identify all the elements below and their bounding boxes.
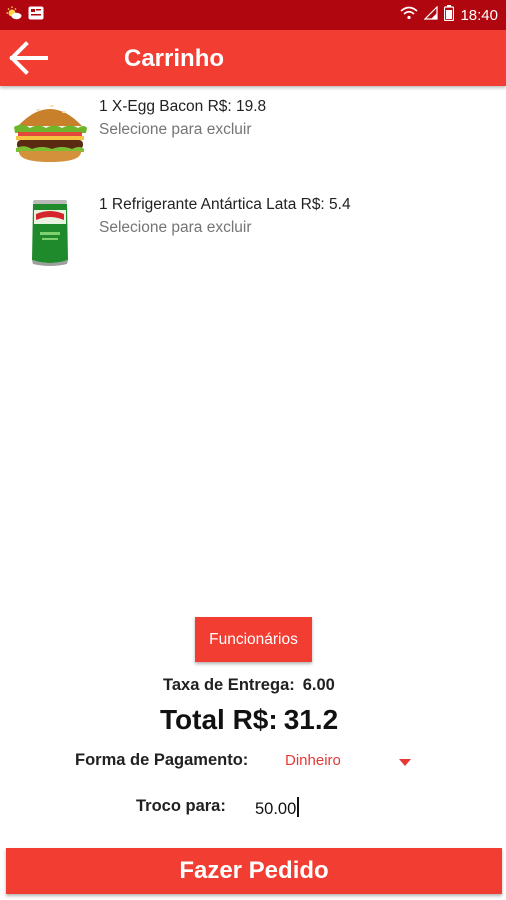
change-value: 50.00 bbox=[255, 800, 297, 818]
total-value: 31.2 bbox=[283, 704, 339, 735]
dropdown-arrow-icon bbox=[399, 759, 411, 766]
page-title: Carrinho bbox=[124, 45, 225, 72]
cart-item-burger[interactable]: 1 X-Egg Bacon R$: 19.8 Selecione para ex… bbox=[0, 98, 506, 194]
item-name: 1 X-Egg Bacon R$: 19.8 bbox=[99, 98, 267, 115]
cart-item-soda[interactable]: 1 Refrigerante Antártica Lata R$: 5.4 Se… bbox=[0, 196, 506, 292]
delivery-fee: Taxa de Entrega: 6.00 bbox=[163, 676, 335, 695]
payment-method-value: Dinheiro bbox=[285, 752, 341, 769]
soda-can-image bbox=[12, 198, 88, 274]
change-input[interactable]: 50.00 bbox=[255, 797, 300, 819]
app-bar: Carrinho bbox=[0, 30, 506, 86]
notification-icon bbox=[28, 6, 44, 25]
payment-method-label: Forma de Pagamento: bbox=[75, 751, 249, 769]
weather-icon bbox=[6, 6, 22, 25]
delivery-fee-value: 6.00 bbox=[302, 676, 335, 694]
battery-icon bbox=[444, 5, 455, 25]
payment-method-dropdown[interactable]: Dinheiro bbox=[285, 752, 415, 774]
back-button[interactable] bbox=[8, 41, 48, 75]
clock: 18:40 bbox=[460, 6, 498, 24]
wifi-icon bbox=[400, 6, 418, 24]
delivery-fee-label: Taxa de Entrega: bbox=[163, 676, 295, 694]
status-bar: 18:40 bbox=[0, 0, 506, 30]
order-total: Total R$: 31.2 bbox=[160, 704, 338, 736]
item-name: 1 Refrigerante Antártica Lata R$: 5.4 bbox=[99, 196, 351, 213]
total-label: Total R$: bbox=[160, 704, 278, 735]
arrow-back-icon bbox=[9, 41, 48, 75]
place-order-button[interactable]: Fazer Pedido bbox=[6, 848, 502, 894]
item-hint: Selecione para excluir bbox=[99, 219, 252, 236]
text-cursor bbox=[297, 797, 300, 817]
change-label: Troco para: bbox=[136, 797, 226, 815]
signal-icon bbox=[424, 5, 439, 24]
item-hint: Selecione para excluir bbox=[99, 121, 252, 138]
burger-image bbox=[12, 96, 88, 172]
employees-button[interactable]: Funcionários bbox=[195, 617, 312, 662]
